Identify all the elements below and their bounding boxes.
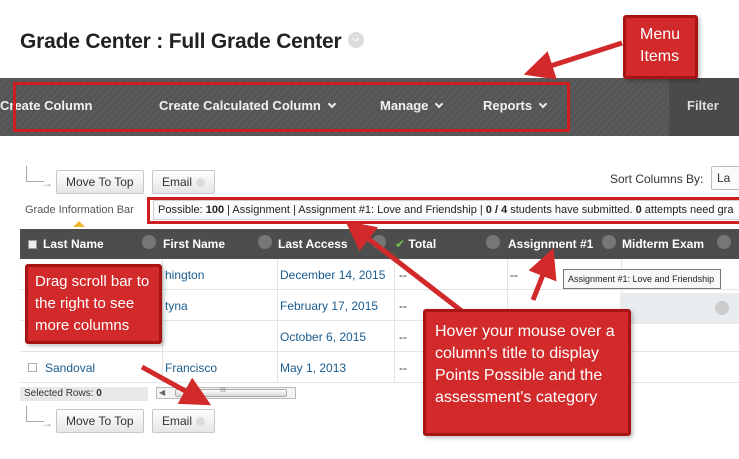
- callout-hover-line: assessment's category: [435, 389, 598, 406]
- callout-hover-line: Hover your mouse over a: [435, 323, 615, 340]
- callout-hover-title: Hover your mouse over a column's title t…: [423, 309, 631, 436]
- callout-menu-line: Items: [640, 48, 680, 65]
- arrow-to-info-bar: [345, 220, 465, 314]
- callout-menu-line: Menu: [640, 26, 681, 43]
- grade-center-screen: Grade Center : Full Grade Center Create …: [0, 0, 739, 459]
- callout-drag-line: the right to see: [35, 295, 135, 312]
- arrow-to-column-title: [528, 248, 557, 301]
- callout-drag-scroll: Drag scroll bar to the right to see more…: [25, 264, 162, 344]
- callout-hover-line: Points Possible and the: [435, 367, 603, 384]
- callout-drag-line: more columns: [35, 317, 130, 334]
- callout-hover-line: column's title to display: [435, 345, 600, 362]
- arrow-to-menu: [523, 40, 623, 80]
- callout-drag-line: Drag scroll bar to: [35, 273, 150, 290]
- arrow-to-scrollbar: [140, 364, 212, 406]
- callout-menu-items: Menu Items: [623, 15, 698, 79]
